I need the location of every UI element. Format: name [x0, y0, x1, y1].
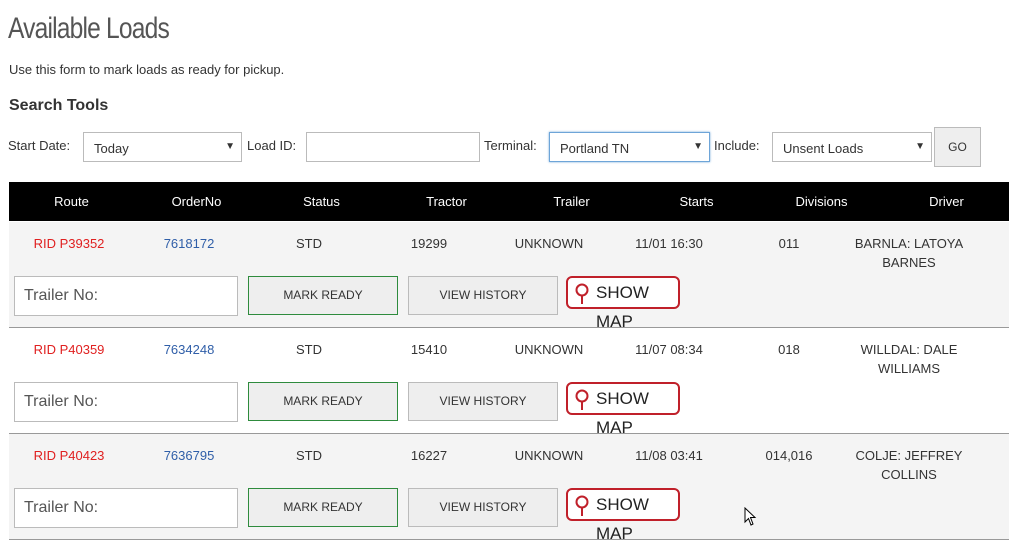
- show-map-button[interactable]: SHOW MAP: [566, 276, 680, 331]
- trailer-no-input[interactable]: Trailer No:: [14, 382, 238, 422]
- start-date-value: Today: [94, 141, 129, 156]
- status-cell: STD: [296, 448, 322, 463]
- load-id-label: Load ID:: [247, 138, 297, 153]
- chevron-down-icon: ▼: [693, 141, 703, 152]
- header-driver: Driver: [884, 182, 1009, 221]
- tractor-cell: 19299: [410, 236, 448, 251]
- include-value: Unsent Loads: [783, 141, 864, 156]
- show-map-label: SHOW MAP: [596, 495, 649, 543]
- tractor-cell: 15410: [410, 342, 448, 357]
- show-map-button[interactable]: SHOW MAP: [566, 488, 680, 543]
- route-link[interactable]: RID P40423: [9, 446, 129, 465]
- start-date-label: Start Date:: [8, 138, 71, 153]
- view-history-button[interactable]: VIEW HISTORY: [408, 276, 558, 315]
- terminal-label: Terminal:: [484, 138, 537, 153]
- header-orderno: OrderNo: [134, 182, 259, 221]
- order-link[interactable]: 7634248: [129, 340, 249, 359]
- divisions-cell: 011: [778, 236, 800, 251]
- header-route: Route: [9, 182, 134, 221]
- search-tools-row: Start Date: Today ▼ Load ID: Terminal: P…: [0, 127, 1019, 167]
- order-link[interactable]: 7636795: [129, 446, 249, 465]
- starts-cell: 11/01 16:30: [635, 236, 703, 251]
- show-map-button[interactable]: SHOW MAP: [566, 382, 680, 437]
- status-cell: STD: [296, 342, 322, 357]
- show-map-label: SHOW MAP: [596, 283, 649, 331]
- load-id-input[interactable]: [306, 132, 480, 162]
- terminal-select[interactable]: Portland TN ▼: [549, 132, 710, 162]
- header-starts: Starts: [634, 182, 759, 221]
- route-link[interactable]: RID P40359: [9, 340, 129, 359]
- view-history-button[interactable]: VIEW HISTORY: [408, 382, 558, 421]
- driver-cell: COLJE: JEFFREY COLLINS: [855, 448, 963, 482]
- trailer-cell: UNKNOWN: [514, 236, 584, 251]
- go-button[interactable]: GO: [934, 127, 981, 167]
- route-link[interactable]: RID P39352: [9, 234, 129, 253]
- header-status: Status: [259, 182, 384, 221]
- order-link[interactable]: 7618172: [129, 234, 249, 253]
- mark-ready-button[interactable]: MARK READY: [248, 276, 398, 315]
- include-label: Include:: [714, 138, 760, 153]
- start-date-select[interactable]: Today ▼: [83, 132, 242, 162]
- starts-cell: 11/07 08:34: [635, 342, 703, 357]
- starts-cell: 11/08 03:41: [635, 448, 703, 463]
- map-pin-icon: [575, 495, 589, 516]
- terminal-value: Portland TN: [560, 141, 630, 156]
- header-divisions: Divisions: [759, 182, 884, 221]
- search-tools-heading: Search Tools: [9, 97, 109, 114]
- mark-ready-button[interactable]: MARK READY: [248, 488, 398, 527]
- load-row: RID P40423 7636795 STD 16227 UNKNOWN 11/…: [9, 434, 1009, 543]
- mark-ready-button[interactable]: MARK READY: [248, 382, 398, 421]
- show-map-label: SHOW MAP: [596, 389, 649, 437]
- chevron-down-icon: ▼: [915, 141, 925, 152]
- trailer-cell: UNKNOWN: [514, 342, 584, 357]
- tractor-cell: 16227: [410, 448, 448, 463]
- driver-cell: WILLDAL: DALE WILLIAMS: [860, 342, 958, 376]
- mouse-cursor-icon: [744, 507, 757, 526]
- trailer-no-input[interactable]: Trailer No:: [14, 488, 238, 528]
- driver-cell: BARNLA: LATOYA BARNES: [854, 236, 964, 270]
- divisions-cell: 018: [778, 342, 800, 357]
- map-pin-icon: [575, 389, 589, 410]
- load-row: RID P39352 7618172 STD 19299 UNKNOWN 11/…: [9, 222, 1009, 331]
- trailer-cell: UNKNOWN: [514, 448, 584, 463]
- header-trailer: Trailer: [509, 182, 634, 221]
- load-row: RID P40359 7634248 STD 15410 UNKNOWN 11/…: [9, 328, 1009, 437]
- header-tractor: Tractor: [384, 182, 509, 221]
- include-select[interactable]: Unsent Loads ▼: [772, 132, 932, 162]
- map-pin-icon: [575, 283, 589, 304]
- page-title: Available Loads: [8, 12, 170, 45]
- chevron-down-icon: ▼: [225, 141, 235, 152]
- loads-table-header: Route OrderNo Status Tractor Trailer Sta…: [9, 182, 1009, 221]
- trailer-no-input[interactable]: Trailer No:: [14, 276, 238, 316]
- status-cell: STD: [296, 236, 322, 251]
- divisions-cell: 014,016: [765, 448, 813, 463]
- page-subtitle: Use this form to mark loads as ready for…: [9, 62, 285, 77]
- view-history-button[interactable]: VIEW HISTORY: [408, 488, 558, 527]
